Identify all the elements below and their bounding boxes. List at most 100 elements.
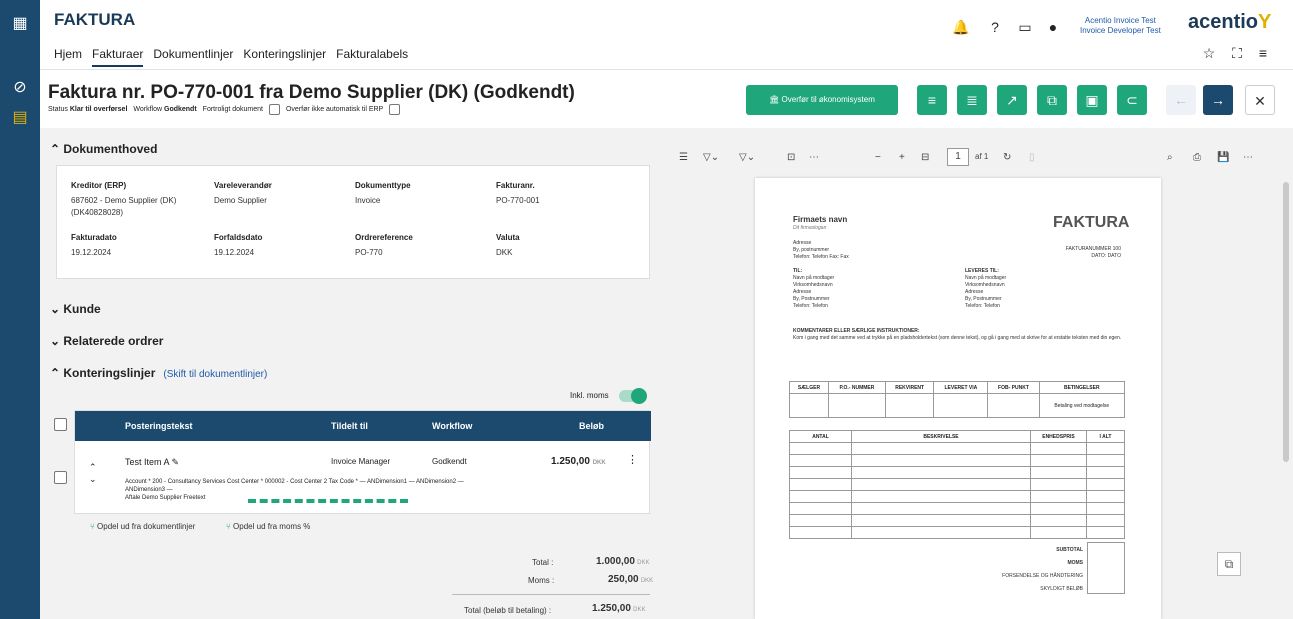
pdf-col: FOB- PUNKT — [987, 381, 1040, 394]
row-reorder[interactable]: ⌃ ⌄ — [89, 461, 97, 485]
section-posting[interactable]: ⌃ Konteringslinjer (Skift til dokumentlin… — [50, 366, 267, 380]
creditor-value-2: (DK40828028) — [71, 208, 124, 217]
highlight-icon[interactable]: ▽⌄ — [703, 152, 719, 163]
no-auto-label: Overfør ikke automatisk til ERP — [285, 106, 384, 113]
confidential-checkbox[interactable] — [268, 104, 280, 115]
comment-button[interactable]: ▣ — [1077, 85, 1107, 115]
more-tools-icon[interactable]: ⋯ — [809, 152, 819, 163]
star-icon[interactable]: ☆ — [1200, 44, 1218, 62]
row-checkbox[interactable] — [54, 471, 67, 484]
split-doc-button[interactable]: ⑂ Opdel ud fra dokumentlinjer — [90, 522, 195, 531]
split-vat-button[interactable]: ⑂ Opdel ud fra moms % — [226, 522, 310, 531]
prev-button[interactable]: ← — [1166, 85, 1196, 115]
compass-icon[interactable]: ⊘ — [8, 76, 32, 100]
draw-icon[interactable]: ▽⌄ — [739, 152, 755, 163]
vat-currency: DKK — [640, 578, 654, 584]
save-icon[interactable]: 💾 — [1217, 152, 1229, 163]
apps-grid-icon[interactable]: ▦ — [8, 12, 32, 36]
pdf-col: SÆLGER — [789, 381, 829, 394]
print-icon[interactable]: ⎙ — [1193, 152, 1201, 163]
transfer-button[interactable]: 🏛 Overfør til økonomisystem — [746, 85, 898, 115]
section-dokumenthoved[interactable]: ⌃ Dokumenthoved — [50, 142, 157, 156]
row-text: Test Item A ✎ — [125, 457, 179, 468]
search-icon[interactable]: ⌕ — [1167, 152, 1173, 163]
payable-amount: 1.250,00 — [592, 603, 631, 614]
annotation-arrow — [248, 499, 408, 505]
text-icon[interactable]: ⊡ — [787, 152, 795, 163]
col-belob[interactable]: Beløb — [579, 421, 604, 431]
zoom-in-icon[interactable]: + — [899, 152, 905, 163]
creditor-field: Kreditor (ERP) 687602 - Demo Supplier (DK… — [71, 180, 176, 219]
nav-hjem[interactable]: Hjem — [54, 47, 82, 67]
doctype-label: Dokumenttype — [355, 181, 411, 190]
viewer-more-icon[interactable]: ⋯ — [1243, 152, 1253, 163]
payable-label: Total (beløb til betaling) : — [464, 606, 552, 615]
section-kunde[interactable]: ⌄ Kunde — [50, 302, 101, 316]
table-header: Posteringstekst Tildelt til Workflow Bel… — [75, 411, 651, 441]
currency-value: DKK — [496, 248, 513, 257]
attachment-button[interactable]: ⊂ — [1117, 85, 1147, 115]
pdf-address: Adresse By, postnummer Telefon: Telefon Fa… — [793, 240, 849, 261]
popout-icon[interactable]: ⧉ — [1217, 552, 1241, 576]
user-info[interactable]: Acentio Invoice Test Invoice Developer T… — [1080, 16, 1161, 36]
duedate-value: 19.12.2024 — [214, 248, 255, 257]
zoom-out-icon[interactable]: − — [875, 152, 881, 163]
pdf-due: SKYLDIGT BELØB — [1040, 586, 1083, 592]
nav-fakturalabels[interactable]: Fakturalabels — [336, 47, 408, 67]
status-label: Status — [48, 106, 68, 113]
pdf-to-1: Navn på modtager — [793, 275, 835, 281]
col-tildelt[interactable]: Tildelt til — [331, 421, 368, 431]
select-all-checkbox[interactable] — [54, 418, 67, 431]
pdf-to-4: By, Postnummer — [793, 296, 830, 302]
pdf-comments: KOMMENTARER ELLER SÆRLIGE INSTRUKTIONER:… — [793, 328, 1133, 342]
fit-page-icon[interactable]: ⊟ — [921, 152, 929, 163]
page-count: af 1 — [975, 152, 989, 161]
edit-icon[interactable]: ✎ — [172, 457, 180, 467]
nav-konteringslinjer[interactable]: Konteringslinjer — [243, 47, 326, 67]
incl-vat-toggle[interactable] — [619, 388, 647, 404]
pdf-ship-1: Navn på modtager — [965, 275, 1007, 281]
no-auto-checkbox[interactable] — [389, 104, 401, 115]
nav-fakturaer[interactable]: Fakturaer — [92, 47, 144, 67]
section-title: Relaterede ordrer — [63, 334, 164, 348]
top-bar: FAKTURA Hjem Fakturaer Dokumentlinjer Ko… — [40, 0, 1293, 70]
open-external-button[interactable]: ↗ — [997, 85, 1027, 115]
col-posteringstekst[interactable]: Posteringstekst — [125, 421, 193, 431]
bell-icon[interactable]: 🔔 — [952, 18, 970, 36]
contents-icon[interactable]: ☰ — [679, 152, 688, 163]
fullscreen-icon[interactable]: ⛶ — [1228, 44, 1246, 62]
incl-vat-label: Inkl. moms — [570, 391, 609, 400]
rotate-icon[interactable]: ↻ — [1003, 152, 1011, 163]
split-icon: ⑂ — [226, 522, 231, 531]
viewer-scrollbar[interactable] — [1283, 182, 1289, 462]
col-workflow[interactable]: Workflow — [432, 421, 472, 431]
keyboard-icon[interactable]: ▭ — [1016, 18, 1034, 36]
creditor-value: 687602 - Demo Supplier (DK) — [71, 196, 177, 205]
menu-icon[interactable]: ≡ — [1254, 44, 1272, 62]
orderref-field: Ordrereference PO-770 — [355, 232, 413, 259]
duedate-field: Forfaldsdato 19.12.2024 — [214, 232, 262, 259]
close-button[interactable]: ✕ — [1245, 85, 1275, 115]
row-more-icon[interactable]: ⋮ — [627, 453, 638, 466]
invoice-header: Faktura nr. PO-770-001 fra Demo Supplier… — [40, 70, 1293, 128]
pdf-to-5: Telefon: Telefon — [793, 303, 828, 309]
creditor-label: Kreditor (ERP) — [71, 181, 127, 190]
total-label: Total : — [532, 558, 554, 567]
document-icon[interactable]: ▤ — [8, 106, 32, 130]
switch-link[interactable]: (Skift til dokumentlinjer) — [163, 369, 267, 380]
section-related[interactable]: ⌄ Relaterede ordrer — [50, 334, 163, 348]
pdf-col: BESKRIVELSE — [851, 430, 1031, 443]
row-amount-value: 1.250,00 — [551, 456, 590, 467]
page-view-icon[interactable]: ▯ — [1029, 152, 1035, 163]
next-button[interactable]: → — [1203, 85, 1233, 115]
lines-button[interactable]: ≡ — [917, 85, 947, 115]
logo-text: acentio — [1188, 11, 1259, 33]
page-input[interactable]: 1 — [947, 148, 969, 166]
row-detail-1: Account * 200 - Consultancy Services Cos… — [125, 479, 464, 485]
person-icon[interactable]: ● — [1044, 18, 1062, 36]
nav-dokumentlinjer[interactable]: Dokumentlinjer — [153, 47, 233, 67]
copy-button[interactable]: ⧉ — [1037, 85, 1067, 115]
list-button[interactable]: ≣ — [957, 85, 987, 115]
split-icon: ⑂ — [90, 522, 95, 531]
help-icon[interactable]: ? — [986, 18, 1004, 36]
